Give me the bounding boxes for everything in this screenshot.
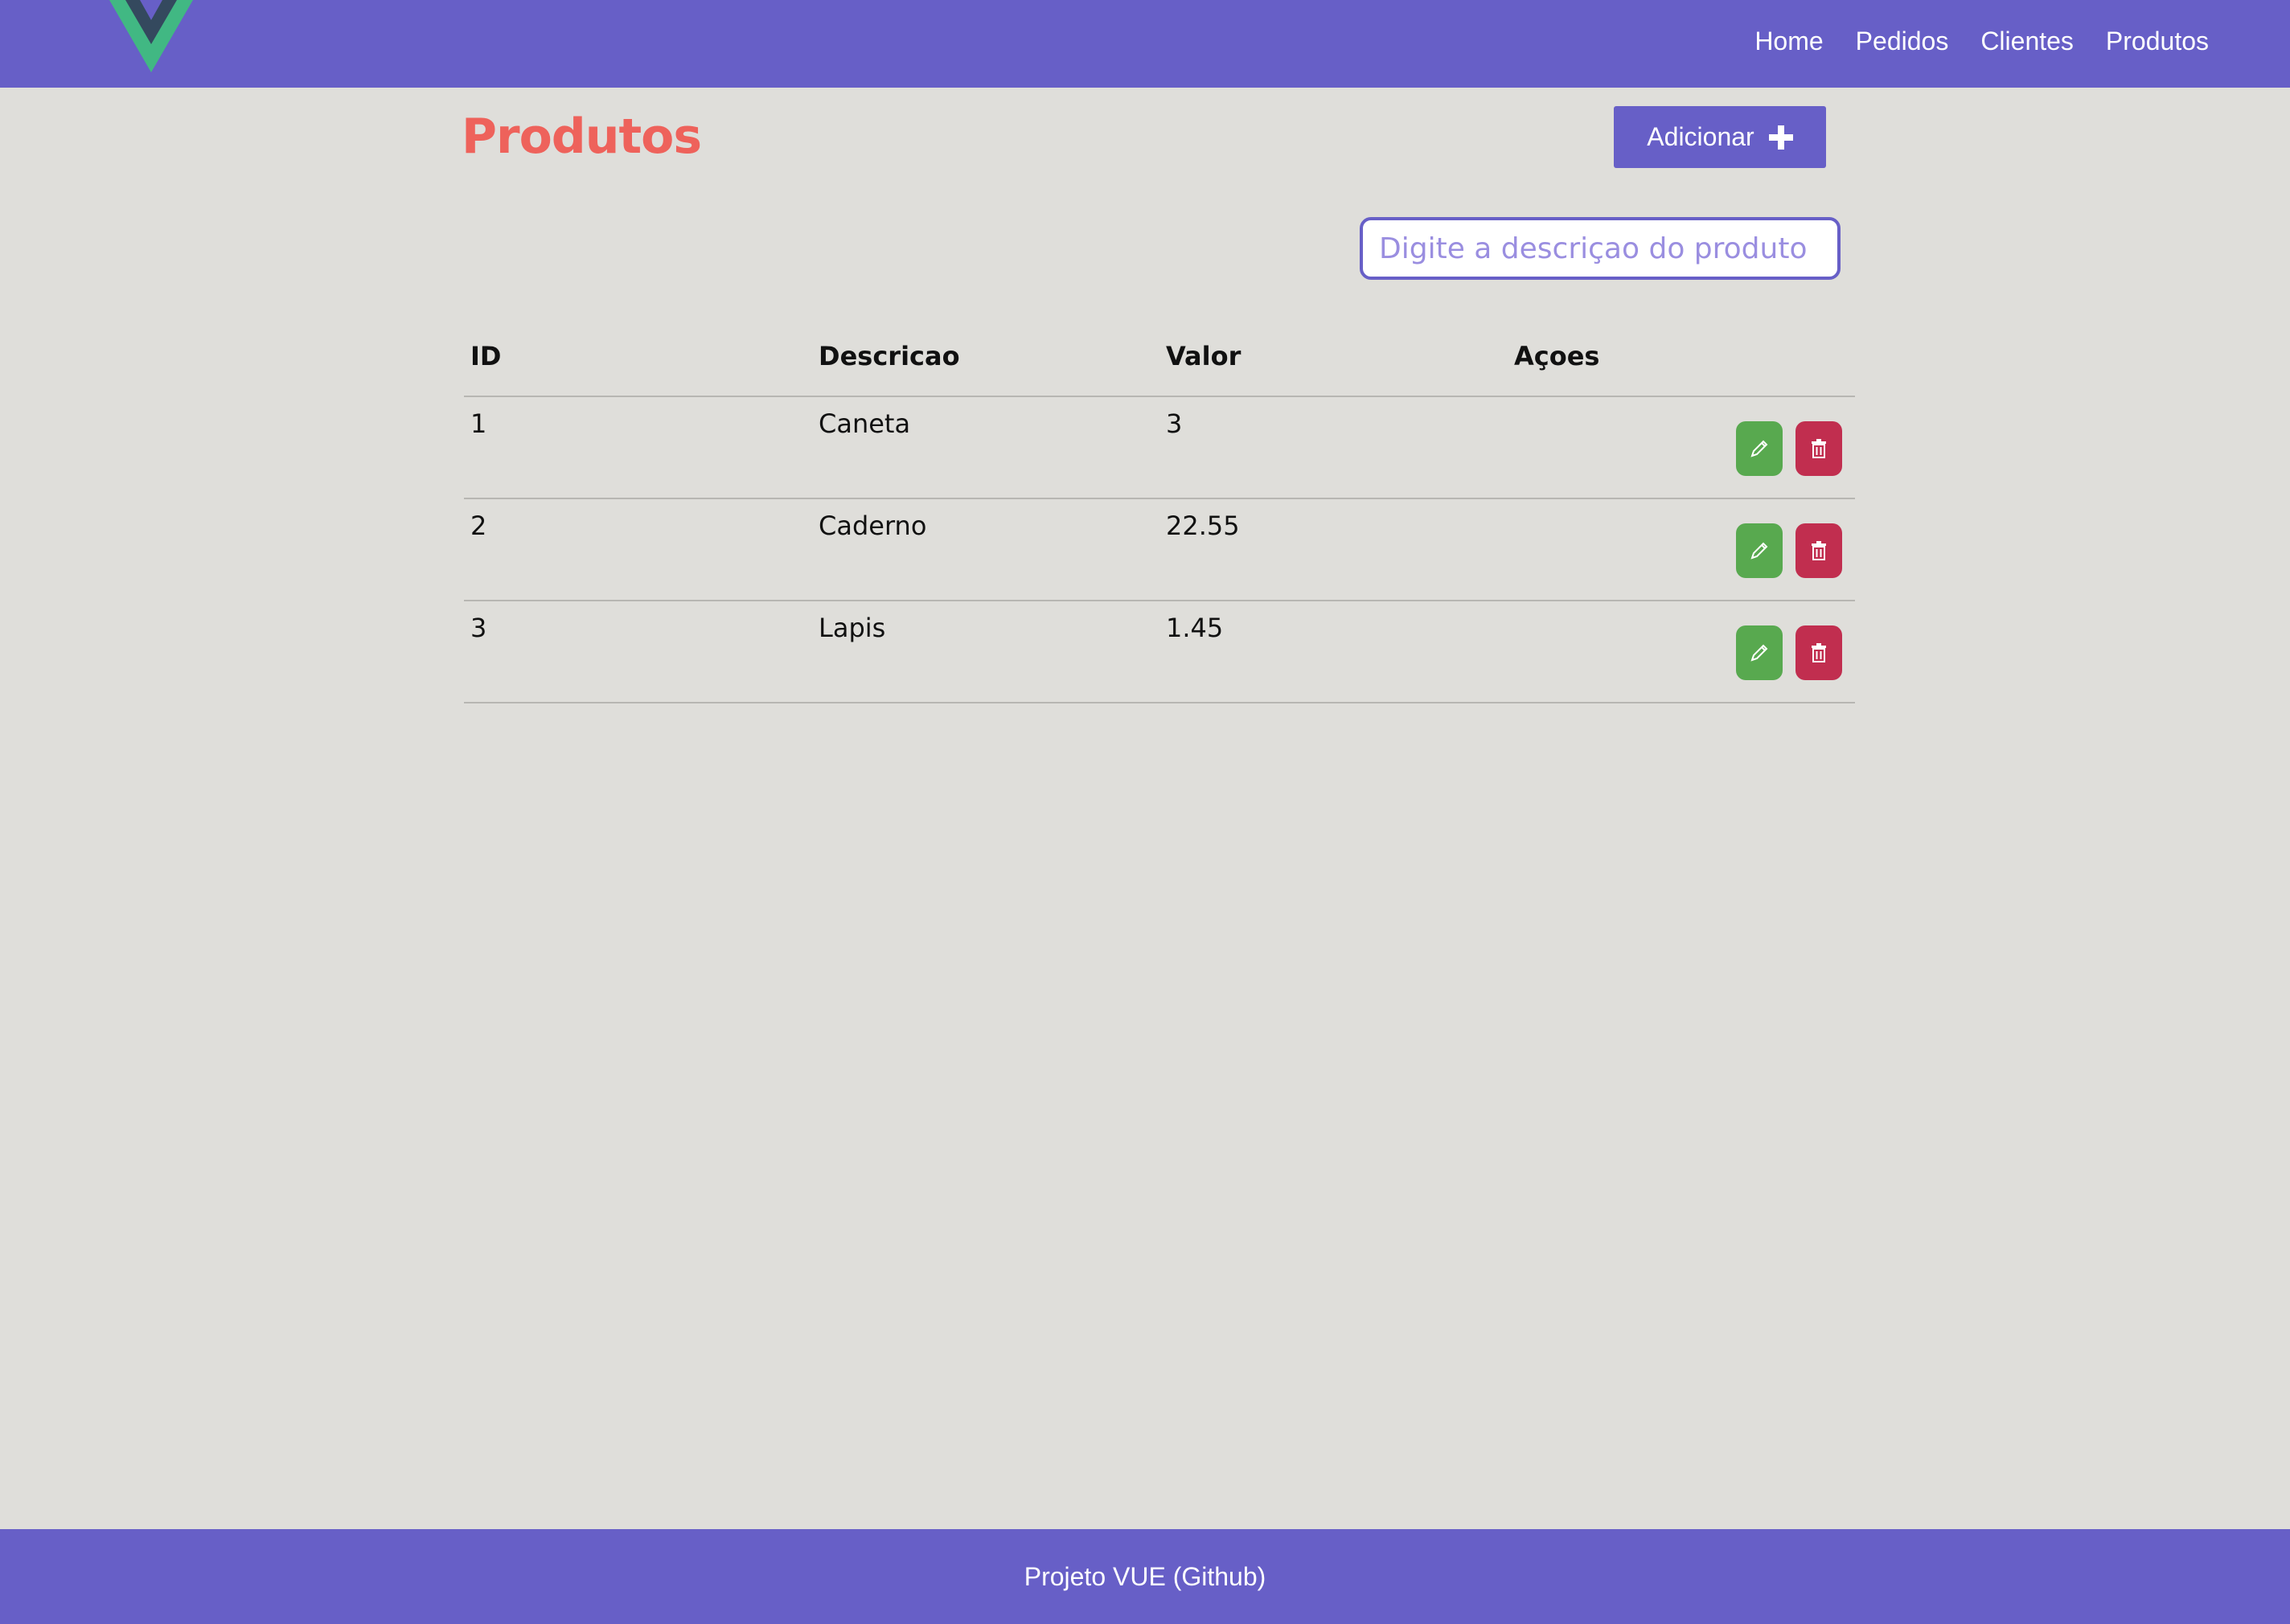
delete-button[interactable] — [1795, 421, 1842, 476]
edit-button[interactable] — [1736, 625, 1783, 680]
cell-descricao: Caneta — [819, 408, 911, 439]
add-product-button[interactable]: Adicionar — [1614, 106, 1826, 168]
search-input[interactable] — [1360, 217, 1841, 280]
table-header-row: ID Descricao Valor Açoes — [464, 328, 1855, 397]
column-header-acoes: Açoes — [1514, 341, 1600, 371]
cell-valor: 3 — [1166, 408, 1183, 439]
products-table: ID Descricao Valor Açoes 1 Caneta 3 2 Ca… — [464, 328, 1855, 703]
add-button-label: Adicionar — [1647, 122, 1754, 151]
cell-id: 1 — [470, 408, 487, 439]
delete-button[interactable] — [1795, 523, 1842, 578]
plus-icon — [1768, 125, 1793, 150]
cell-valor: 1.45 — [1166, 613, 1224, 643]
pencil-icon — [1750, 542, 1768, 560]
table-row: 1 Caneta 3 — [464, 397, 1855, 499]
footer: Projeto VUE (Github) — [0, 1529, 2290, 1624]
cell-descricao: Caderno — [819, 511, 927, 541]
top-navbar: Home Pedidos Clientes Produtos — [0, 0, 2290, 88]
cell-id: 3 — [470, 613, 487, 643]
page-title: Produtos — [462, 109, 702, 165]
cell-descricao: Lapis — [819, 613, 886, 643]
table-row: 3 Lapis 1.45 — [464, 601, 1855, 703]
column-header-descricao: Descricao — [819, 341, 960, 371]
nav-pedidos-link[interactable]: Pedidos — [1856, 23, 1949, 59]
cell-valor: 22.55 — [1166, 511, 1240, 541]
trash-icon — [1812, 643, 1826, 662]
row-actions — [1723, 421, 1842, 476]
row-actions — [1723, 625, 1842, 680]
trash-icon — [1812, 541, 1826, 560]
nav-clientes-link[interactable]: Clientes — [1980, 23, 2074, 59]
table-row: 2 Caderno 22.55 — [464, 499, 1855, 601]
vue-logo-icon — [109, 0, 193, 72]
delete-button[interactable] — [1795, 625, 1842, 680]
github-link[interactable]: Projeto VUE (Github) — [1024, 1562, 1266, 1592]
trash-icon — [1812, 439, 1826, 458]
pencil-icon — [1750, 644, 1768, 662]
nav-home-link[interactable]: Home — [1754, 23, 1823, 59]
pencil-icon — [1750, 440, 1768, 457]
home-logo-link[interactable] — [109, 0, 193, 72]
edit-button[interactable] — [1736, 523, 1783, 578]
main-nav: Home Pedidos Clientes Produtos — [1722, 23, 2209, 59]
cell-id: 2 — [470, 511, 487, 541]
edit-button[interactable] — [1736, 421, 1783, 476]
nav-produtos-link[interactable]: Produtos — [2106, 23, 2209, 59]
column-header-valor: Valor — [1166, 341, 1241, 371]
row-actions — [1723, 523, 1842, 578]
column-header-id: ID — [470, 341, 502, 371]
